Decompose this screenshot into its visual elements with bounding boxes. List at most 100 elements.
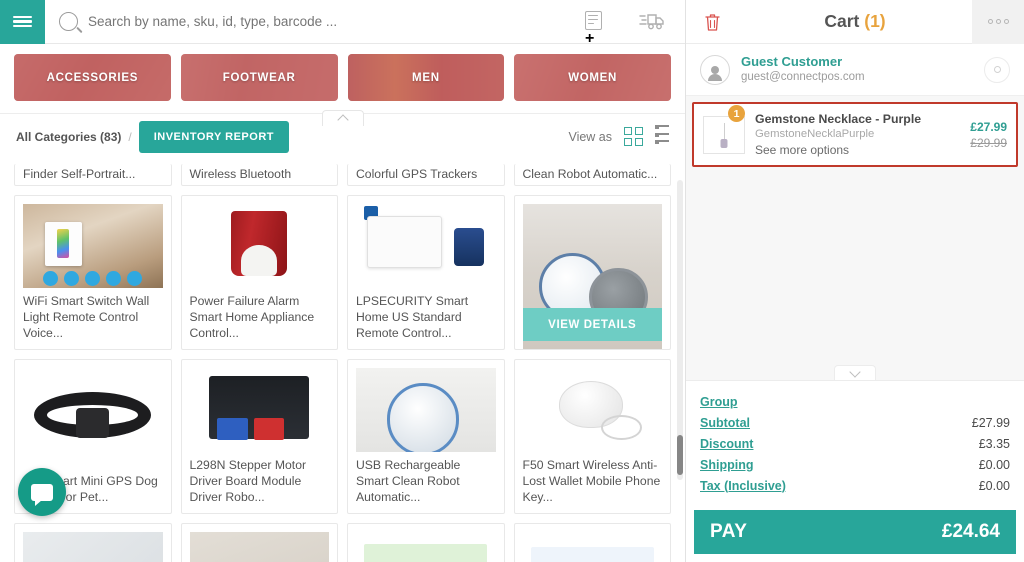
product-card[interactable] xyxy=(513,523,671,562)
product-image xyxy=(356,532,496,562)
totals-value: £0.00 xyxy=(978,478,1010,493)
grid-view-icon[interactable] xyxy=(624,127,643,146)
totals-row-discount: Discount £3.35 xyxy=(700,433,1010,454)
totals-row-group: Group xyxy=(700,391,1010,412)
category-label: ACCESSORIES xyxy=(46,71,139,84)
chat-bubble-icon[interactable] xyxy=(18,468,66,516)
cart-item[interactable]: 1 Gemstone Necklace - Purple GemstoneNec… xyxy=(692,102,1018,167)
cart-item-sku: GemstoneNecklaPurple xyxy=(755,128,875,140)
customer-row[interactable]: Guest Customer guest@connectpos.com xyxy=(686,44,1024,96)
cart-item-count: (1) xyxy=(864,11,886,31)
collapse-categories-button[interactable] xyxy=(321,110,364,126)
product-name: LPSECURITY Smart Home US Standard Remote… xyxy=(356,294,469,340)
category-label: FOOTWEAR xyxy=(222,71,296,84)
cart-title-text: Cart xyxy=(824,11,860,31)
list-view-icon[interactable] xyxy=(655,125,669,148)
product-image xyxy=(522,532,662,562)
product-image xyxy=(23,368,163,468)
view-as-label: View as xyxy=(568,129,612,144)
product-name: F50 Smart Wireless Anti-Lost Wallet Mobi… xyxy=(522,458,661,504)
product-image xyxy=(23,532,163,562)
cart-item-original-price: £29.99 xyxy=(970,135,1007,150)
view-as-group: View as xyxy=(568,125,669,148)
totals-label[interactable]: Shipping xyxy=(700,458,753,472)
product-row-three: Pet Smart Mini GPS Dog Collar For Pet...… xyxy=(0,359,685,514)
product-card[interactable]: Power Failure Alarm Smart Home Appliance… xyxy=(180,195,338,350)
product-image xyxy=(189,368,329,452)
product-scrollbar[interactable] xyxy=(677,180,683,480)
pos-app: + ACCESSORIES xyxy=(0,0,1024,562)
product-image xyxy=(522,368,662,452)
totals-row-tax: Tax (Inclusive) £0.00 xyxy=(700,475,1010,496)
totals-collapse-tab-wrap xyxy=(686,365,1024,380)
product-card[interactable]: USB Rechargeable Smart Clean Robot Autom… xyxy=(347,359,505,514)
top-bar: + xyxy=(0,0,685,47)
product-card[interactable] xyxy=(180,523,338,562)
cart-item-quantity-badge: 1 xyxy=(728,105,745,122)
product-card[interactable]: Wireless Bluetooth Hands-... xyxy=(180,164,338,186)
collapse-totals-button[interactable] xyxy=(834,365,876,380)
totals-value: £3.35 xyxy=(978,436,1010,451)
product-card[interactable]: Colorful GPS Trackers Scre... xyxy=(347,164,505,186)
add-order-note-icon[interactable]: + xyxy=(585,10,609,47)
product-name: Wireless Bluetooth Hands-... xyxy=(189,167,292,185)
cart-item-price: £27.99 xyxy=(970,119,1007,134)
product-card[interactable]: LPSECURITY Smart Home US Standard Remote… xyxy=(347,195,505,350)
product-card[interactable]: Finder Self-Portrait... xyxy=(14,164,172,186)
totals-value: £27.99 xyxy=(971,415,1010,430)
product-card[interactable]: F50 Smart Wireless Anti-Lost Wallet Mobi… xyxy=(513,359,671,514)
totals-label[interactable]: Tax (Inclusive) xyxy=(700,479,786,493)
cart-items-list: 1 Gemstone Necklace - Purple GemstoneNec… xyxy=(686,96,1024,365)
product-name: L298N Stepper Motor Driver Board Module … xyxy=(189,458,307,504)
product-row-top-partial: Finder Self-Portrait... Wireless Bluetoo… xyxy=(0,164,685,186)
breadcrumb[interactable]: All Categories (83) xyxy=(16,130,121,144)
category-label: MEN xyxy=(412,71,440,84)
product-row-two: WiFi Smart Switch Wall Light Remote Cont… xyxy=(0,195,685,350)
pay-button-wrap: PAY £24.64 xyxy=(686,504,1024,562)
totals-row-shipping: Shipping £0.00 xyxy=(700,454,1010,475)
search-icon xyxy=(59,12,78,31)
pay-button[interactable]: PAY £24.64 xyxy=(694,510,1016,554)
inventory-report-button[interactable]: INVENTORY REPORT xyxy=(138,120,289,153)
cart-item-info: Gemstone Necklace - Purple GemstoneNeckl… xyxy=(755,111,960,158)
product-name: USB Rechargeable Smart Clean Robot Autom… xyxy=(356,458,461,504)
cart-totals: Group Subtotal £27.99 Discount £3.35 Shi… xyxy=(686,380,1024,504)
trash-icon[interactable] xyxy=(686,12,738,32)
hamburger-menu-icon[interactable] xyxy=(0,0,45,44)
product-image xyxy=(189,204,329,288)
product-grid-scroll[interactable]: Finder Self-Portrait... Wireless Bluetoo… xyxy=(0,164,685,562)
top-bar-actions: + xyxy=(585,10,685,47)
product-card[interactable]: WiFi Smart Switch Wall Light Remote Cont… xyxy=(14,195,172,350)
product-name: Colorful GPS Trackers Scre... xyxy=(356,167,478,185)
product-image xyxy=(189,532,329,562)
product-card[interactable]: L298N Stepper Motor Driver Board Module … xyxy=(180,359,338,514)
product-card-hovered[interactable]: VIEW DETAILS xyxy=(513,195,671,350)
product-card[interactable] xyxy=(347,523,505,562)
see-more-options-link[interactable]: See more options xyxy=(755,142,960,158)
view-details-button[interactable]: VIEW DETAILS xyxy=(522,308,662,341)
product-name: Clean Robot Automatic... xyxy=(522,167,658,181)
category-tile-accessories[interactable]: ACCESSORIES xyxy=(14,54,171,101)
cart-header: Cart (1) xyxy=(686,0,1024,44)
totals-label[interactable]: Subtotal xyxy=(700,416,750,430)
category-tile-women[interactable]: WOMEN xyxy=(514,54,671,101)
totals-label[interactable]: Discount xyxy=(700,437,753,451)
cart-title: Cart (1) xyxy=(738,11,972,32)
product-card[interactable]: Clean Robot Automatic... xyxy=(513,164,671,186)
delivery-truck-icon[interactable] xyxy=(639,11,664,33)
category-tile-footwear[interactable]: FOOTWEAR xyxy=(180,54,338,101)
cart-panel: Cart (1) Guest Customer guest@connectpos… xyxy=(686,0,1024,562)
totals-value: £0.00 xyxy=(978,457,1010,472)
search-bar[interactable] xyxy=(45,12,585,31)
switch-customer-icon[interactable] xyxy=(984,56,1010,83)
pay-label: PAY xyxy=(710,521,748,542)
product-name: Finder Self-Portrait... xyxy=(23,167,136,181)
product-row-bottom-partial xyxy=(0,523,685,562)
more-options-icon[interactable] xyxy=(972,0,1024,44)
category-tiles: ACCESSORIES FOOTWEAR MEN WOMEN xyxy=(0,44,685,113)
category-tile-men[interactable]: MEN xyxy=(347,54,505,101)
cart-item-prices: £27.99 £29.99 xyxy=(970,119,1007,151)
search-input[interactable] xyxy=(88,14,508,29)
product-card[interactable] xyxy=(14,523,172,562)
totals-label[interactable]: Group xyxy=(700,395,738,409)
